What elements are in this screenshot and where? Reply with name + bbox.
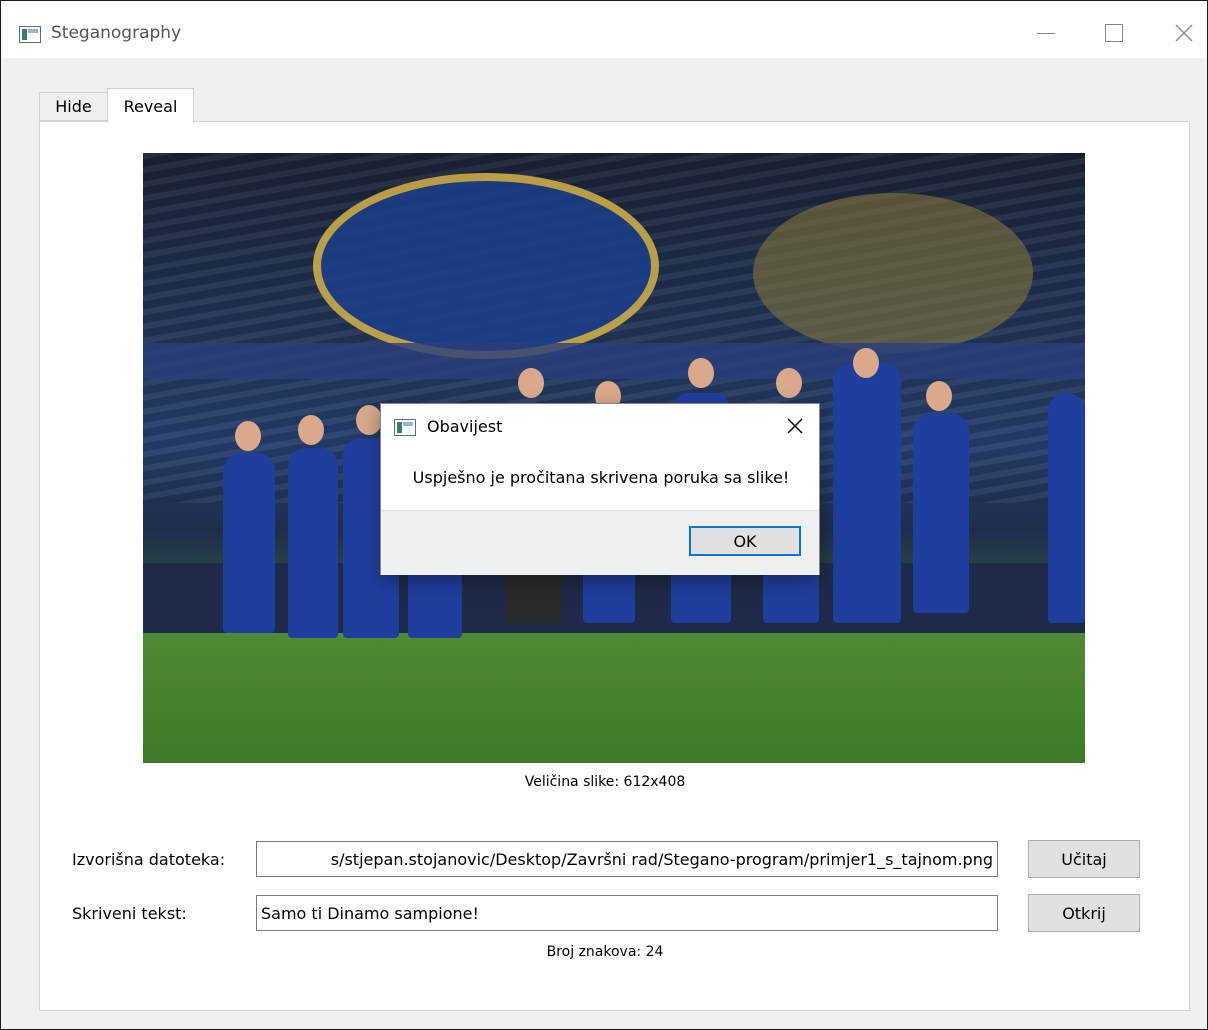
dialog-app-icon [394, 419, 416, 436]
hidden-text-label: Skriveni tekst: [72, 904, 187, 923]
window-title: Steganography [51, 23, 182, 43]
close-icon [787, 418, 803, 434]
maximize-button[interactable] [1091, 13, 1137, 53]
dialog-close-button[interactable] [779, 412, 811, 440]
dialog-footer: OK [381, 510, 819, 575]
source-file-label: Izvorišna datoteka: [72, 850, 226, 869]
stand-banner [143, 343, 1085, 379]
image-size-label: Veličina slike: 612x408 [524, 774, 686, 790]
club-crest [313, 173, 659, 359]
close-icon [1175, 24, 1193, 42]
hidden-text-input[interactable]: Samo ti Dinamo sampione! [256, 895, 998, 931]
source-file-input[interactable]: s/stjepan.stojanovic/Desktop/Završni rad… [256, 841, 998, 877]
app-window: Steganography Hide Reveal Veličina slike… [0, 0, 1208, 1030]
pitch [143, 633, 1085, 763]
tab-reveal[interactable]: Reveal [107, 88, 194, 123]
char-count-label: Broj znakova: 24 [546, 944, 664, 960]
tab-hide[interactable]: Hide [39, 92, 108, 121]
close-button[interactable] [1161, 13, 1207, 53]
dialog-message: Uspješno je pročitana skrivena poruka sa… [412, 468, 790, 487]
stand-artwork [753, 193, 1033, 353]
load-button[interactable]: Učitaj [1028, 840, 1140, 878]
notification-dialog: Obavijest Uspješno je pročitana skrivena… [380, 403, 820, 575]
dialog-ok-button[interactable]: OK [689, 526, 801, 556]
app-icon [19, 26, 41, 43]
reveal-button[interactable]: Otkrij [1028, 894, 1140, 932]
maximize-icon [1105, 24, 1123, 42]
minimize-icon [1037, 32, 1055, 34]
dialog-title: Obavijest [427, 417, 503, 436]
minimize-button[interactable] [1023, 13, 1069, 53]
title-bar[interactable]: Steganography [1, 1, 1207, 58]
